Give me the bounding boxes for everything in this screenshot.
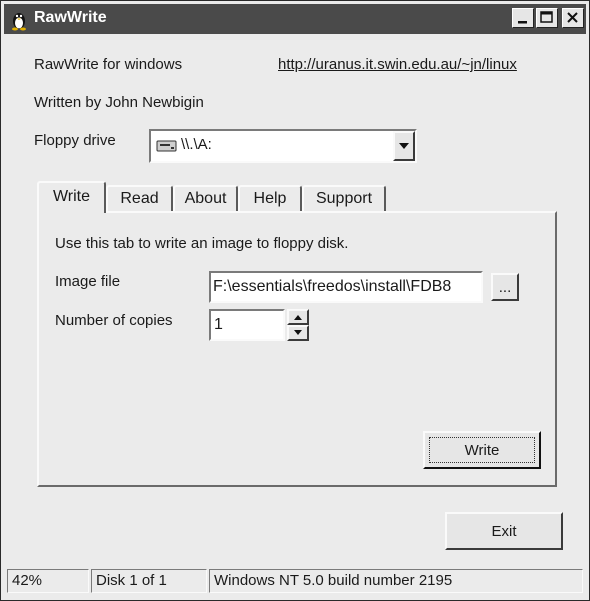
penguin-icon (12, 13, 26, 31)
browse-button-label: ... (498, 279, 512, 296)
floppy-drive-icon (156, 140, 177, 152)
number-of-copies-label: Number of copies (55, 312, 173, 329)
homepage-link[interactable]: http://uranus.it.swin.edu.au/~jn/linux (278, 56, 517, 73)
close-button[interactable] (562, 8, 584, 28)
status-progress: 42% (7, 569, 89, 593)
floppy-drive-dropdown-button[interactable] (393, 131, 415, 161)
exit-button-label: Exit (491, 522, 517, 540)
write-tab-panel: Use this tab to write an image to floppy… (37, 211, 557, 487)
maximize-icon (540, 11, 553, 23)
author-label: Written by John Newbigin (34, 94, 204, 111)
minimize-button[interactable] (512, 8, 534, 28)
tab-write[interactable]: Write (37, 181, 106, 213)
copies-value: 1 (214, 316, 223, 333)
image-file-input[interactable]: F:\essentials\freedos\install\FDB8 (209, 271, 483, 303)
minimize-icon (518, 21, 527, 24)
write-description: Use this tab to write an image to floppy… (55, 235, 349, 252)
title-bar[interactable]: RawWrite (4, 4, 586, 34)
floppy-drive-select[interactable]: \\.\A: (149, 129, 417, 163)
tab-support[interactable]: Support (302, 185, 386, 212)
chevron-down-icon (399, 143, 409, 149)
close-icon (567, 12, 578, 23)
status-disk: Disk 1 of 1 (91, 569, 207, 593)
browse-button[interactable]: ... (491, 273, 519, 301)
app-name-label: RawWrite for windows (34, 56, 183, 73)
maximize-button[interactable] (536, 8, 558, 28)
floppy-drive-value: \\.\A: (181, 136, 212, 153)
status-os: Windows NT 5.0 build number 2195 (209, 569, 583, 593)
spin-up-icon (294, 315, 302, 320)
tab-about[interactable]: About (173, 185, 238, 212)
tab-help[interactable]: Help (238, 185, 302, 212)
spin-down-icon (294, 330, 302, 335)
window-title: RawWrite (34, 9, 107, 26)
tab-read[interactable]: Read (106, 185, 173, 212)
copies-input[interactable]: 1 (209, 309, 285, 341)
rawwrite-window: RawWrite RawWrite for windows http://ura… (0, 0, 590, 601)
copies-increment-button[interactable] (287, 309, 309, 325)
write-button-label: Write (464, 441, 500, 459)
image-file-value: F:\essentials\freedos\install\FDB8 (213, 278, 452, 295)
image-file-label: Image file (55, 273, 121, 290)
floppy-drive-label: Floppy drive (34, 132, 116, 149)
copies-decrement-button[interactable] (287, 325, 309, 341)
exit-button[interactable]: Exit (445, 512, 563, 550)
write-button[interactable]: Write (423, 431, 541, 469)
